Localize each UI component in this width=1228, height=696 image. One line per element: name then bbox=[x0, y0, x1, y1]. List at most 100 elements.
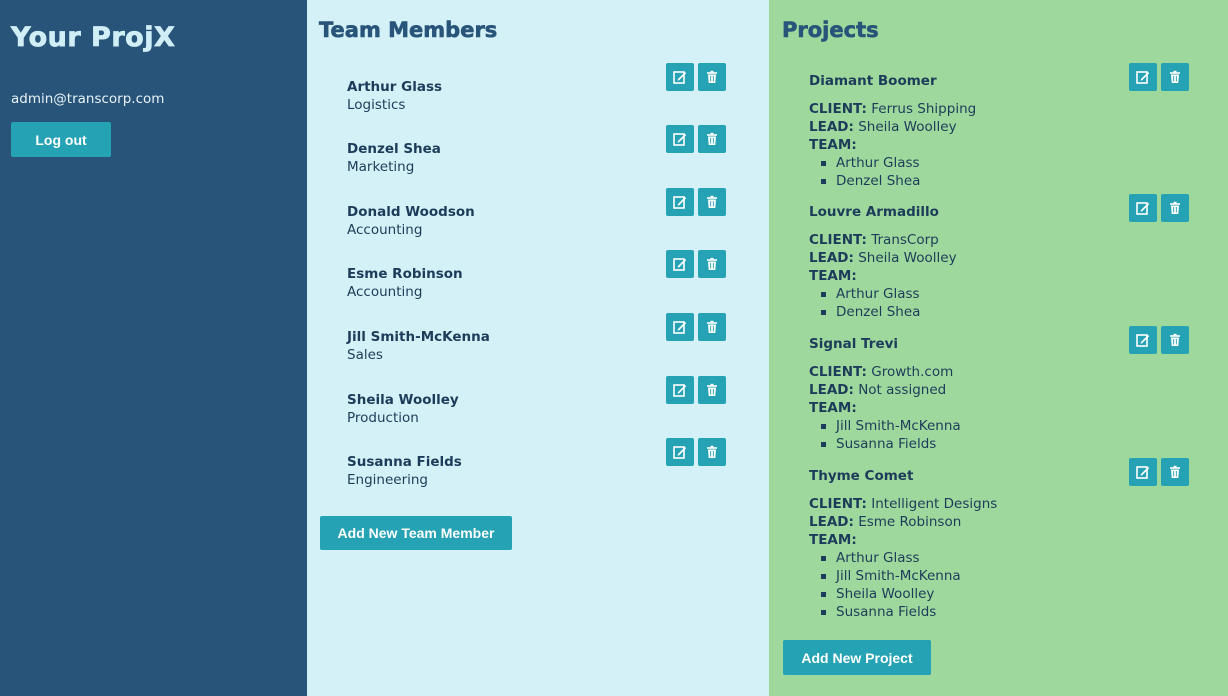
project-client: CLIENT: Growth.com bbox=[809, 363, 1189, 381]
logout-button[interactable]: Log out bbox=[11, 122, 111, 157]
member-department: Engineering bbox=[347, 472, 428, 488]
lead-value: Not assigned bbox=[858, 382, 947, 398]
list-item: Sheila Woolley bbox=[819, 585, 1189, 603]
lead-value: Sheila Woolley bbox=[858, 250, 957, 266]
team-label: TEAM: bbox=[809, 400, 857, 416]
project-team-list: Jill Smith-McKenna Susanna Fields bbox=[819, 417, 1189, 453]
trash-icon bbox=[1170, 333, 1180, 346]
project-lead: LEAD: Sheila Woolley bbox=[809, 249, 1189, 267]
project-card: Thyme Comet CLIENT: Intelligent Designs … bbox=[809, 458, 1189, 621]
project-team: TEAM: bbox=[809, 531, 1189, 549]
member-name: Donald Woodson bbox=[347, 204, 475, 220]
list-item: Denzel Shea bbox=[819, 172, 1189, 190]
edit-member-button[interactable] bbox=[666, 313, 694, 341]
project-client: CLIENT: Intelligent Designs bbox=[809, 495, 1189, 513]
member-name: Esme Robinson bbox=[347, 266, 463, 282]
lead-label: LEAD: bbox=[809, 514, 854, 530]
delete-project-button[interactable] bbox=[1161, 458, 1189, 486]
trash-icon bbox=[1170, 70, 1180, 83]
edit-member-button[interactable] bbox=[666, 63, 694, 91]
delete-project-button[interactable] bbox=[1161, 194, 1189, 222]
member-department: Accounting bbox=[347, 222, 423, 238]
edit-member-button[interactable] bbox=[666, 250, 694, 278]
edit-icon bbox=[673, 446, 687, 459]
project-card: Louvre Armadillo CLIENT: TransCorp LEAD:… bbox=[809, 194, 1189, 321]
edit-project-button[interactable] bbox=[1129, 194, 1157, 222]
team-member: Jill Smith-McKenna Sales bbox=[347, 313, 727, 379]
project-team-list: Arthur Glass Denzel Shea bbox=[819, 154, 1189, 190]
member-department: Production bbox=[347, 410, 419, 426]
team-members-title: Team Members bbox=[319, 18, 498, 43]
member-name: Susanna Fields bbox=[347, 454, 462, 470]
delete-project-button[interactable] bbox=[1161, 63, 1189, 91]
member-department: Sales bbox=[347, 347, 383, 363]
project-lead: LEAD: Esme Robinson bbox=[809, 513, 1189, 531]
member-department: Logistics bbox=[347, 97, 406, 113]
member-department: Accounting bbox=[347, 284, 423, 300]
delete-project-button[interactable] bbox=[1161, 326, 1189, 354]
edit-member-button[interactable] bbox=[666, 125, 694, 153]
delete-member-button[interactable] bbox=[698, 438, 726, 466]
client-value: Growth.com bbox=[871, 364, 954, 380]
projects-title: Projects bbox=[782, 18, 879, 43]
user-email: admin@transcorp.com bbox=[11, 91, 165, 107]
lead-label: LEAD: bbox=[809, 119, 854, 135]
delete-member-button[interactable] bbox=[698, 125, 726, 153]
edit-icon bbox=[673, 71, 687, 84]
edit-icon bbox=[673, 196, 687, 209]
projects-panel: Projects Diamant Boomer CLIENT: Ferrus S… bbox=[769, 0, 1228, 696]
edit-project-button[interactable] bbox=[1129, 326, 1157, 354]
delete-member-button[interactable] bbox=[698, 376, 726, 404]
list-item: Susanna Fields bbox=[819, 435, 1189, 453]
client-value: Ferrus Shipping bbox=[871, 101, 977, 117]
edit-member-button[interactable] bbox=[666, 188, 694, 216]
project-client: CLIENT: Ferrus Shipping bbox=[809, 100, 1189, 118]
client-value: Intelligent Designs bbox=[871, 496, 998, 512]
edit-icon bbox=[1136, 71, 1150, 84]
list-item: Arthur Glass bbox=[819, 549, 1189, 567]
member-name: Jill Smith-McKenna bbox=[347, 329, 490, 345]
lead-label: LEAD: bbox=[809, 250, 854, 266]
trash-icon bbox=[707, 195, 717, 208]
team-member: Donald Woodson Accounting bbox=[347, 188, 727, 254]
lead-value: Sheila Woolley bbox=[858, 119, 957, 135]
app-title: Your ProjX bbox=[11, 22, 176, 54]
add-project-button[interactable]: Add New Project bbox=[783, 640, 931, 675]
project-team: TEAM: bbox=[809, 399, 1189, 417]
member-name: Arthur Glass bbox=[347, 79, 443, 95]
list-item: Arthur Glass bbox=[819, 285, 1189, 303]
edit-member-button[interactable] bbox=[666, 438, 694, 466]
add-team-member-button[interactable]: Add New Team Member bbox=[320, 516, 512, 550]
delete-member-button[interactable] bbox=[698, 188, 726, 216]
team-member: Sheila Woolley Production bbox=[347, 376, 727, 442]
delete-member-button[interactable] bbox=[698, 250, 726, 278]
list-item: Arthur Glass bbox=[819, 154, 1189, 172]
list-item: Jill Smith-McKenna bbox=[819, 417, 1189, 435]
project-team: TEAM: bbox=[809, 267, 1189, 285]
list-item: Susanna Fields bbox=[819, 603, 1189, 621]
edit-icon bbox=[673, 258, 687, 271]
team-member: Arthur Glass Logistics bbox=[347, 63, 727, 129]
team-member: Susanna Fields Engineering bbox=[347, 438, 727, 504]
edit-icon bbox=[673, 321, 687, 334]
delete-member-button[interactable] bbox=[698, 63, 726, 91]
project-team: TEAM: bbox=[809, 136, 1189, 154]
list-item: Jill Smith-McKenna bbox=[819, 567, 1189, 585]
trash-icon bbox=[707, 445, 717, 458]
project-lead: LEAD: Not assigned bbox=[809, 381, 1189, 399]
edit-member-button[interactable] bbox=[666, 376, 694, 404]
edit-project-button[interactable] bbox=[1129, 63, 1157, 91]
trash-icon bbox=[707, 383, 717, 396]
lead-label: LEAD: bbox=[809, 382, 854, 398]
delete-member-button[interactable] bbox=[698, 313, 726, 341]
trash-icon bbox=[707, 70, 717, 83]
client-value: TransCorp bbox=[871, 232, 939, 248]
edit-icon bbox=[673, 384, 687, 397]
edit-project-button[interactable] bbox=[1129, 458, 1157, 486]
team-label: TEAM: bbox=[809, 268, 857, 284]
trash-icon bbox=[1170, 201, 1180, 214]
trash-icon bbox=[1170, 465, 1180, 478]
member-name: Sheila Woolley bbox=[347, 392, 459, 408]
project-client: CLIENT: TransCorp bbox=[809, 231, 1189, 249]
team-member: Esme Robinson Accounting bbox=[347, 250, 727, 316]
